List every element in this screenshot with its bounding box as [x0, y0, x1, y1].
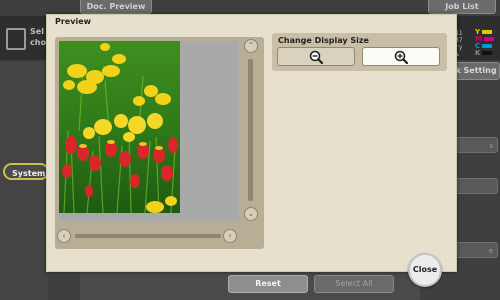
close-button[interactable]: Close	[408, 253, 442, 287]
scroll-down-icon[interactable]: ⌄	[244, 207, 258, 221]
right-side-button-2[interactable]	[452, 178, 498, 194]
horizontal-scroll-track[interactable]	[75, 234, 221, 238]
preview-dialog: Preview ⌃ ⌄ ‹ › Change Display Size	[46, 14, 457, 272]
header-instruction-line1: Sel	[30, 27, 44, 36]
vertical-scroll-track[interactable]	[248, 59, 253, 201]
header-instruction-line2: cho	[30, 38, 46, 47]
vertical-scrollbar[interactable]: ⌃ ⌄	[242, 39, 260, 225]
tab-doc-preview[interactable]: Doc. Preview	[80, 0, 152, 14]
change-display-size-panel: Change Display Size	[272, 33, 447, 71]
tab-job-list[interactable]: Job List	[428, 0, 496, 14]
scroll-up-icon[interactable]: ⌃	[244, 39, 258, 53]
zoom-in-button[interactable]	[362, 47, 440, 66]
toner-levels: Y M C K	[475, 29, 494, 57]
setting-button[interactable]: k Setting	[452, 62, 500, 80]
change-display-size-label: Change Display Size	[278, 36, 369, 45]
scroll-right-icon[interactable]: ›	[223, 229, 237, 243]
document-icon	[6, 28, 26, 50]
toner-k: K	[475, 50, 494, 57]
system-button[interactable]: System	[3, 163, 49, 180]
reset-button[interactable]: Reset	[228, 275, 308, 293]
scroll-left-icon[interactable]: ‹	[57, 229, 71, 243]
zoom-out-icon	[309, 50, 324, 64]
preview-frame: ⌃ ⌄ ‹ ›	[55, 37, 264, 249]
horizontal-scrollbar[interactable]: ‹ ›	[57, 227, 239, 245]
dialog-title: Preview	[55, 17, 92, 26]
header-instruction: Sel cho	[30, 26, 46, 48]
select-all-button[interactable]: Select All	[314, 275, 394, 293]
preview-area[interactable]	[59, 41, 239, 221]
right-side-button-1[interactable]: s	[452, 137, 498, 153]
zoom-in-icon	[394, 50, 409, 64]
zoom-out-button[interactable]	[277, 47, 355, 66]
right-side-button-3[interactable]: e	[452, 242, 498, 258]
preview-image	[59, 41, 180, 213]
